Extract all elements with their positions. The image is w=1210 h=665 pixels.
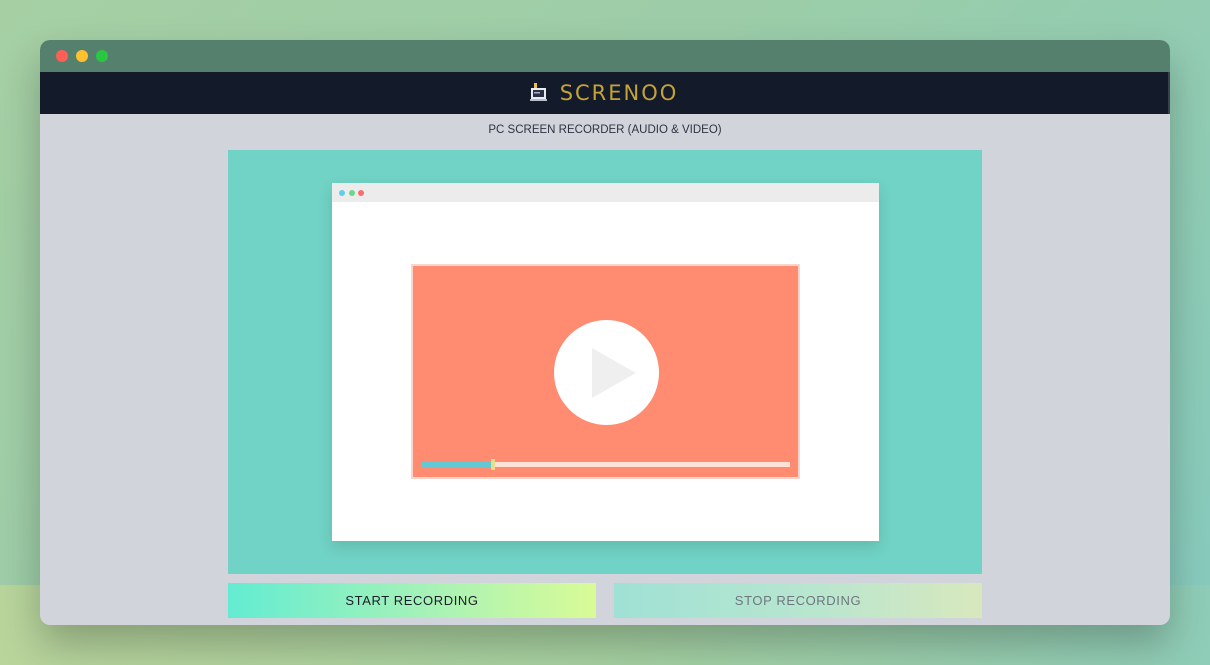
progress-handle[interactable]: [491, 459, 496, 470]
brand-name: SCRENOO: [559, 81, 679, 105]
play-button[interactable]: [554, 320, 659, 425]
preview-mock-window: [332, 183, 879, 541]
maximize-window-button[interactable]: [96, 50, 108, 62]
brand-logo[interactable]: SCRENOO: [529, 81, 679, 105]
minimize-window-button[interactable]: [76, 50, 88, 62]
app-header: SCRENOO: [40, 72, 1170, 114]
mock-dot-icon: [358, 190, 364, 196]
stop-recording-button[interactable]: STOP RECORDING: [614, 583, 982, 618]
mock-dot-icon: [339, 190, 345, 196]
recorder-logo-icon: [529, 83, 548, 103]
browser-window: SCRENOO PC SCREEN RECORDER (AUDIO & VIDE…: [40, 40, 1170, 625]
window-titlebar: [40, 40, 1170, 72]
start-recording-button[interactable]: START RECORDING: [228, 583, 596, 618]
page-subtitle: PC SCREEN RECORDER (AUDIO & VIDEO): [488, 124, 722, 136]
progress-fill: [421, 462, 492, 467]
close-window-button[interactable]: [56, 50, 68, 62]
video-progress-bar[interactable]: [421, 459, 790, 470]
video-player: [411, 264, 800, 479]
recording-preview-area: [228, 150, 982, 574]
mock-window-titlebar: [332, 183, 879, 202]
play-icon: [592, 348, 636, 398]
mock-dot-icon: [349, 190, 355, 196]
